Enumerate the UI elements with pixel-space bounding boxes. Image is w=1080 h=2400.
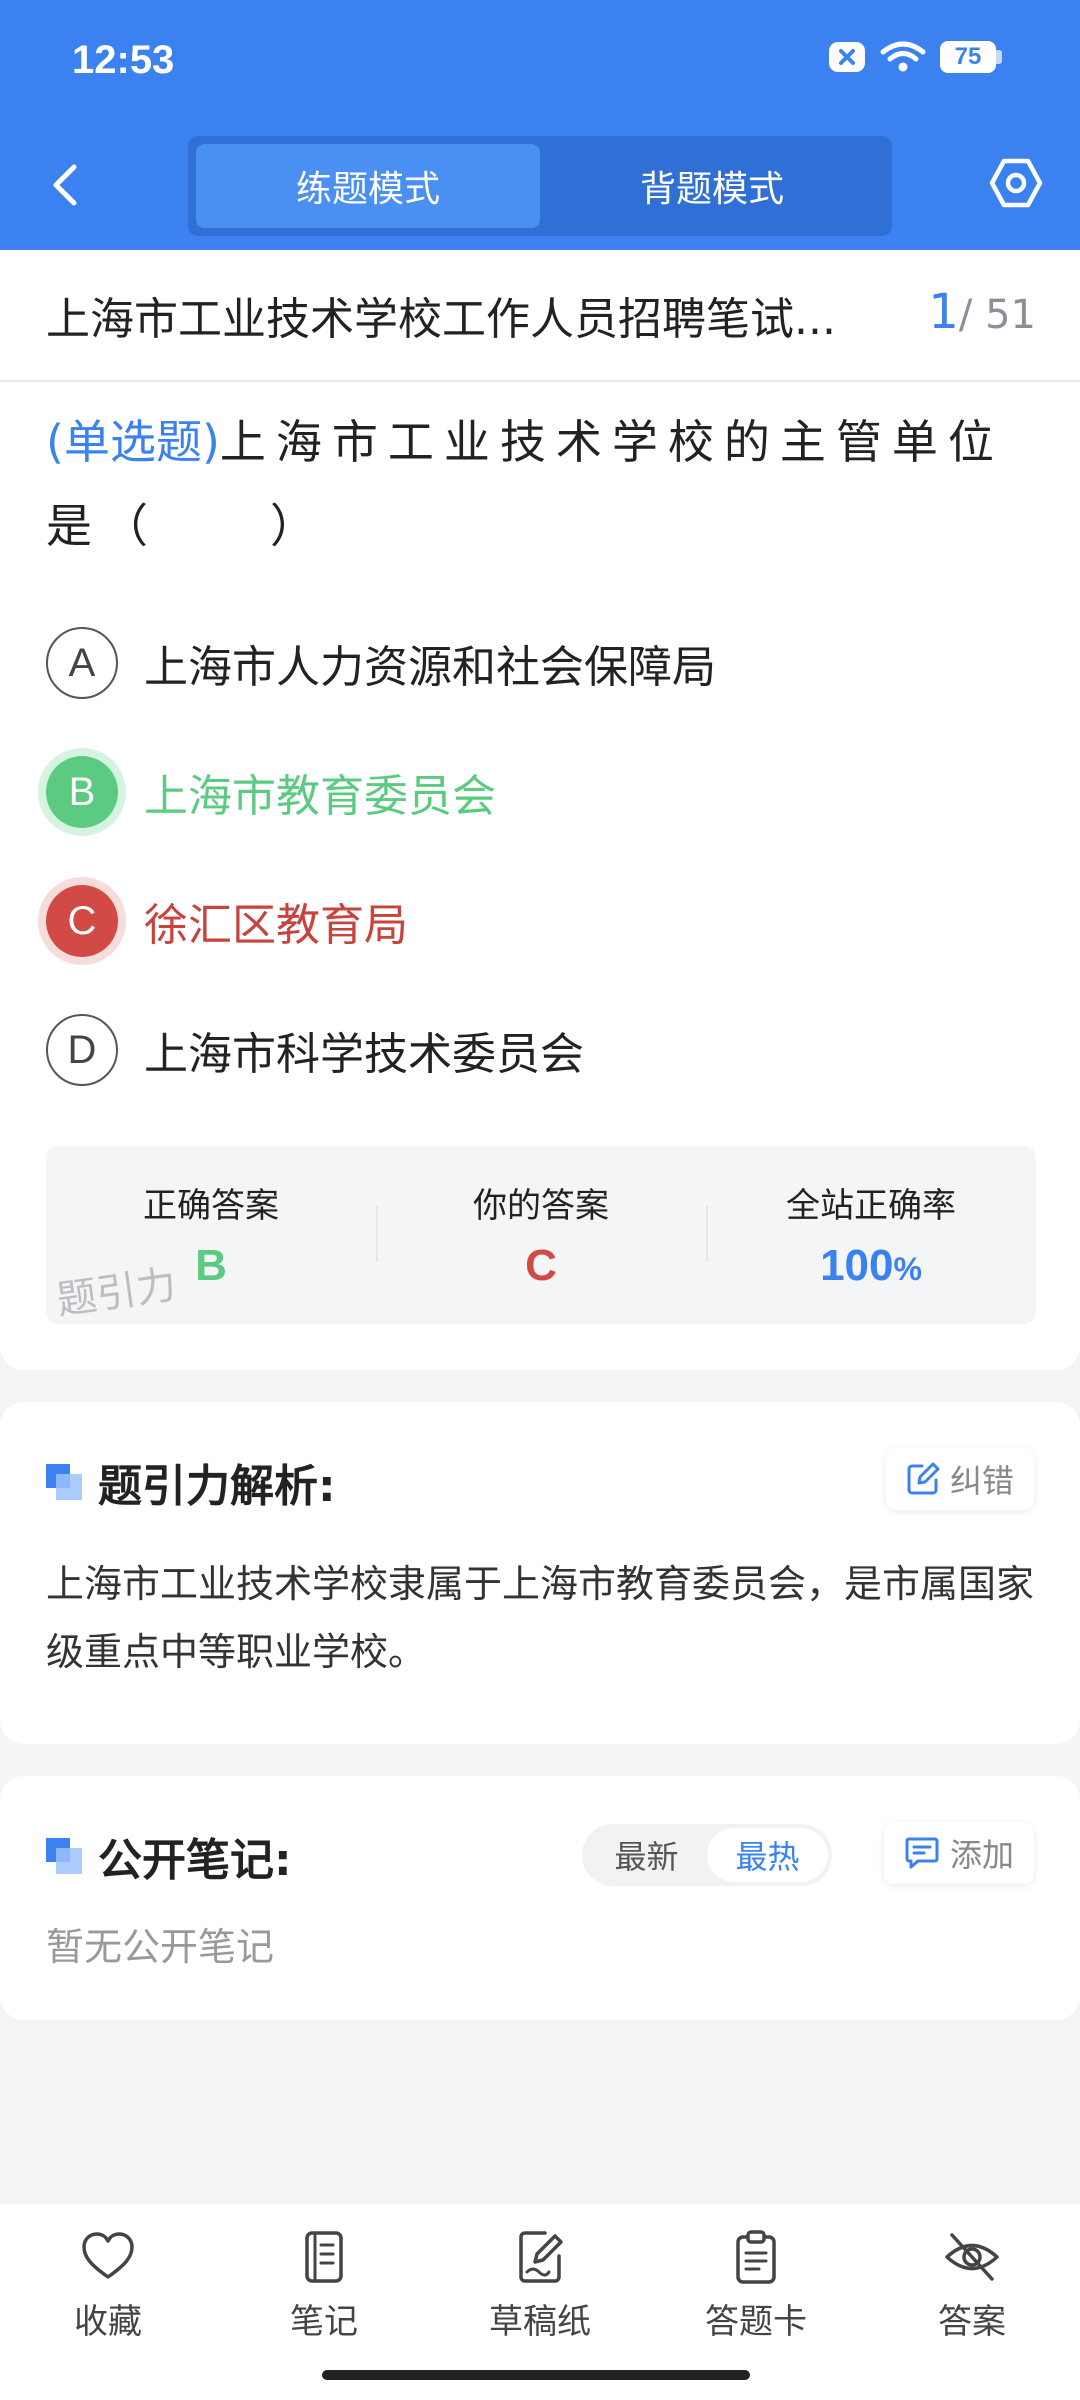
option-letter: C <box>46 885 118 957</box>
option-letter: D <box>46 1014 118 1086</box>
notes-sort-toggle: 最新 最热 <box>582 1824 832 1886</box>
option-d[interactable]: D 上海市科学技术委员会 <box>46 1005 584 1095</box>
status-icons: 75 <box>828 40 1002 74</box>
clipboard-icon <box>736 2230 776 2284</box>
comment-icon <box>905 1837 939 1869</box>
heart-icon <box>82 2232 134 2279</box>
accuracy-rate-number: 100 <box>820 1241 894 1290</box>
accuracy-rate-label: 全站正确率 <box>786 1186 956 1226</box>
question-stem: (单选题)上海市工业技术学校的主管单位是（ ） <box>46 400 1036 568</box>
battery-level: 75 <box>940 41 996 73</box>
public-notes-card: 公开笔记: 最新 最热 添加 暂无公开笔记 <box>0 1776 1080 2020</box>
exam-title-row: 上海市工业技术学校工作人员招聘笔试... 1/ 51 <box>46 250 1036 380</box>
draft-icon <box>519 2231 563 2283</box>
chevron-left-icon <box>53 164 77 206</box>
your-answer-label: 你的答案 <box>473 1186 609 1226</box>
add-note-button[interactable]: 添加 <box>883 1822 1034 1884</box>
analysis-title: 题引力解析: <box>98 1461 336 1512</box>
question-card: 上海市工业技术学校工作人员招聘笔试... 1/ 51 (单选题)上海市工业技术学… <box>0 250 1080 1370</box>
mode-toggle: 练题模式 背题模式 <box>188 136 892 236</box>
report-error-label: 纠错 <box>949 1462 1014 1500</box>
back-button[interactable] <box>40 155 90 215</box>
favorite-button[interactable]: 收藏 <box>0 2204 216 2400</box>
option-letter: B <box>46 756 118 828</box>
eye-off-icon <box>945 2233 999 2281</box>
tab-memorize-mode[interactable]: 背题模式 <box>540 144 884 228</box>
wifi-icon <box>880 41 926 72</box>
favorite-label: 收藏 <box>74 2302 142 2342</box>
option-text: 上海市教育委员会 <box>144 771 496 822</box>
your-answer-value: C <box>525 1241 557 1290</box>
edit-icon <box>907 1462 940 1495</box>
analysis-header: 题引力解析: <box>46 1450 336 1514</box>
option-text: 上海市科学技术委员会 <box>144 1029 584 1080</box>
accuracy-rate-value: 100% <box>706 1241 1036 1291</box>
analysis-text: 上海市工业技术学校隶属于上海市教育委员会，是市属国家级重点中等职业学校。 <box>46 1562 1035 1674</box>
divider <box>0 380 1080 382</box>
show-answer-button[interactable]: 答案 <box>864 2204 1080 2400</box>
option-text: 上海市人力资源和社会保障局 <box>144 642 716 693</box>
answer-stats: 正确答案 B 你的答案 C 全站正确率 100% 题引力 <box>46 1146 1036 1324</box>
question-type: (单选题) <box>46 415 220 469</box>
draft-paper-label: 草稿纸 <box>489 2302 591 2342</box>
settings-button[interactable] <box>988 155 1044 211</box>
option-c[interactable]: C 徐汇区教育局 <box>46 876 408 966</box>
add-note-label: 添加 <box>949 1836 1014 1874</box>
notes-empty-text: 暂无公开笔记 <box>46 1925 275 1969</box>
notes-header: 公开笔记: <box>46 1824 292 1888</box>
accuracy-rate-stat: 全站正确率 100% <box>706 1146 1036 1324</box>
option-a[interactable]: A 上海市人力资源和社会保障局 <box>46 618 716 708</box>
option-b[interactable]: B 上海市教育委员会 <box>46 747 496 837</box>
current-question-number: 1 <box>928 284 959 340</box>
correct-answer-label: 正确答案 <box>143 1186 279 1226</box>
option-text: 徐汇区教育局 <box>144 900 408 951</box>
tab-practice-mode[interactable]: 练题模式 <box>196 144 540 228</box>
status-time: 12:53 <box>72 38 175 82</box>
section-squares-icon <box>46 1464 82 1500</box>
sort-hottest[interactable]: 最热 <box>707 1828 828 1882</box>
report-error-button[interactable]: 纠错 <box>885 1448 1034 1510</box>
section-squares-icon <box>46 1838 82 1874</box>
notification-close-icon <box>829 42 865 72</box>
question-counter[interactable]: 1/ 51 <box>928 284 1036 340</box>
notes-title: 公开笔记: <box>98 1835 292 1886</box>
analysis-card: 题引力解析: 纠错 上海市工业技术学校隶属于上海市教育委员会，是市属国家级重点中… <box>0 1402 1080 1744</box>
show-answer-label: 答案 <box>938 2302 1006 2342</box>
battery-indicator: 75 <box>940 41 1002 73</box>
top-header: 12:53 75 练题模式 背题模式 <box>0 0 1080 250</box>
settings-hexagon-icon <box>989 158 1043 208</box>
option-letter: A <box>46 627 118 699</box>
accuracy-rate-unit: % <box>893 1251 922 1287</box>
sort-latest[interactable]: 最新 <box>586 1828 707 1882</box>
home-indicator[interactable] <box>322 2370 750 2380</box>
exam-title: 上海市工业技术学校工作人员招聘笔试... <box>46 294 836 345</box>
notes-label: 笔记 <box>290 2302 358 2342</box>
battery-tip <box>996 50 1002 64</box>
answer-card-label: 答题卡 <box>705 2302 807 2342</box>
your-answer-stat: 你的答案 C <box>376 1146 706 1324</box>
notebook-icon <box>305 2231 343 2283</box>
total-questions: / 51 <box>958 292 1036 338</box>
